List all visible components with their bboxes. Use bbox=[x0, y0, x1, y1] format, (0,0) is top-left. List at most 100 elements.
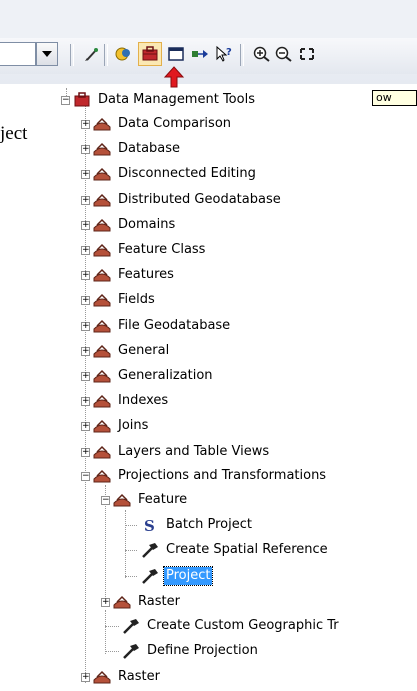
tree-connector bbox=[125, 510, 126, 578]
tree-node-create-spatial-reference[interactable]: Create Spatial Reference bbox=[140, 540, 330, 560]
hammer-tool-icon bbox=[142, 569, 158, 584]
tree-node-label: File Geodatabase bbox=[118, 318, 231, 333]
tree-node-toolset[interactable]: + Disconnected Editing bbox=[81, 164, 258, 184]
expand-icon[interactable]: + bbox=[81, 447, 90, 457]
tree-node-toolset[interactable]: + Features bbox=[81, 265, 176, 285]
toolset-icon bbox=[113, 595, 131, 609]
tree-node-label: Create Custom Geographic Tr bbox=[147, 618, 339, 633]
tree-node-label: Feature bbox=[138, 492, 188, 507]
tree-node-label: Generalization bbox=[118, 368, 213, 383]
tree-node-batch-project[interactable]: S Batch Project bbox=[140, 515, 254, 535]
toolset-icon bbox=[93, 167, 111, 181]
tree-node-label: Create Spatial Reference bbox=[166, 542, 328, 557]
tree-node-label: Fields bbox=[118, 292, 155, 307]
tree-node-toolset[interactable]: + Layers and Table Views bbox=[81, 442, 271, 462]
tree-node-label: Features bbox=[118, 267, 174, 282]
toolset-icon bbox=[93, 419, 111, 433]
tree-connector bbox=[125, 550, 137, 551]
toolset-icon bbox=[93, 268, 111, 282]
tree-connector bbox=[105, 626, 119, 627]
hammer-tool-icon bbox=[123, 619, 139, 634]
expand-icon[interactable]: + bbox=[81, 195, 90, 205]
expand-icon[interactable]: + bbox=[81, 321, 90, 331]
tree-node-label: Joins bbox=[118, 418, 149, 433]
tree-node-toolset[interactable]: + File Geodatabase bbox=[81, 316, 232, 336]
expand-icon[interactable]: + bbox=[81, 270, 90, 280]
tree-node-label: General bbox=[118, 343, 170, 358]
toolset-icon bbox=[93, 293, 111, 307]
expand-icon[interactable]: + bbox=[81, 295, 90, 305]
tree-node-label: Batch Project bbox=[166, 517, 252, 532]
tree-node-toolset[interactable]: + Database bbox=[81, 139, 182, 159]
tree-node-label: Indexes bbox=[118, 393, 169, 408]
tree-node-define-projection[interactable]: Define Projection bbox=[121, 641, 260, 661]
tree-node-toolset[interactable]: + Distributed Geodatabase bbox=[81, 190, 283, 210]
toolset-icon bbox=[113, 493, 131, 507]
tree-node-project[interactable]: Project bbox=[140, 566, 214, 586]
tree-node-toolset[interactable]: + Generalization bbox=[81, 366, 215, 386]
toolset-icon bbox=[93, 369, 111, 383]
tree-node-toolset[interactable]: + Fields bbox=[81, 290, 157, 310]
collapse-icon[interactable]: − bbox=[61, 95, 70, 105]
tree-node-label: Raster bbox=[118, 669, 160, 684]
toolset-icon bbox=[93, 193, 111, 207]
tree-node-label: Database bbox=[118, 141, 181, 156]
tree-node-label: Disconnected Editing bbox=[118, 166, 256, 181]
hammer-tool-icon bbox=[123, 644, 139, 659]
tree-node-label: Layers and Table Views bbox=[118, 444, 270, 459]
tree-node-label: Data Comparison bbox=[118, 116, 232, 131]
toolbox-icon bbox=[74, 92, 90, 107]
batch-script-icon: S bbox=[144, 517, 155, 534]
tree-node-label: Domains bbox=[118, 217, 176, 232]
tree-node-feature[interactable]: − Feature bbox=[101, 490, 189, 510]
toolset-icon bbox=[93, 394, 111, 408]
toolset-icon bbox=[93, 319, 111, 333]
tree-connector bbox=[125, 525, 137, 526]
expand-icon[interactable]: + bbox=[81, 371, 90, 381]
expand-icon[interactable]: + bbox=[81, 346, 90, 356]
tree-node-toolset[interactable]: + Feature Class bbox=[81, 240, 207, 260]
expand-icon[interactable]: + bbox=[101, 597, 110, 607]
tree-connector bbox=[105, 651, 119, 652]
toolset-icon bbox=[93, 445, 111, 459]
tree-node-label: Data Management Tools bbox=[98, 92, 255, 107]
expand-icon[interactable]: + bbox=[81, 119, 90, 129]
expand-icon[interactable]: + bbox=[81, 144, 90, 154]
toolset-icon bbox=[93, 469, 111, 483]
tree-node-raster-sub[interactable]: + Raster bbox=[101, 592, 182, 612]
tree-node-label: Distributed Geodatabase bbox=[118, 192, 281, 207]
tree-node-create-custom-geo[interactable]: Create Custom Geographic Tr bbox=[121, 616, 341, 636]
hammer-tool-icon bbox=[142, 543, 158, 558]
svg-text:S: S bbox=[144, 517, 155, 534]
expand-icon[interactable]: + bbox=[81, 421, 90, 431]
toolbox-tree: − Data Management Tools + Data Comparison… bbox=[0, 0, 417, 691]
tree-node-projections[interactable]: − Projections and Transformations bbox=[81, 466, 328, 486]
toolset-icon bbox=[93, 344, 111, 358]
tree-node-label-selected: Project bbox=[162, 566, 214, 586]
tree-node-raster[interactable]: + Raster bbox=[81, 667, 162, 687]
tree-node-toolset[interactable]: + General bbox=[81, 341, 171, 361]
expand-icon[interactable]: + bbox=[81, 672, 90, 682]
expand-icon[interactable]: + bbox=[81, 220, 90, 230]
tree-node-toolset[interactable]: + Indexes bbox=[81, 391, 170, 411]
toolset-icon bbox=[93, 142, 111, 156]
tree-node-label: Feature Class bbox=[118, 242, 206, 257]
tree-node-label: Raster bbox=[138, 594, 180, 609]
toolset-icon bbox=[93, 218, 111, 232]
expand-icon[interactable]: + bbox=[81, 396, 90, 406]
tree-node-toolset[interactable]: + Joins bbox=[81, 416, 150, 436]
tree-connector bbox=[125, 576, 137, 577]
collapse-icon[interactable]: − bbox=[81, 471, 90, 481]
toolset-icon bbox=[93, 243, 111, 257]
expand-icon[interactable]: + bbox=[81, 245, 90, 255]
tree-node-label: Define Projection bbox=[147, 643, 258, 658]
tree-connector bbox=[105, 610, 106, 654]
toolset-icon bbox=[93, 117, 111, 131]
toolset-icon bbox=[93, 670, 111, 684]
collapse-icon[interactable]: − bbox=[101, 495, 110, 505]
tree-node-toolset[interactable]: + Data Comparison bbox=[81, 114, 233, 134]
tree-node-label: Projections and Transformations bbox=[118, 468, 327, 483]
tree-node-toolset[interactable]: + Domains bbox=[81, 215, 177, 235]
tree-node-root[interactable]: − Data Management Tools bbox=[61, 90, 257, 110]
expand-icon[interactable]: + bbox=[81, 169, 90, 179]
